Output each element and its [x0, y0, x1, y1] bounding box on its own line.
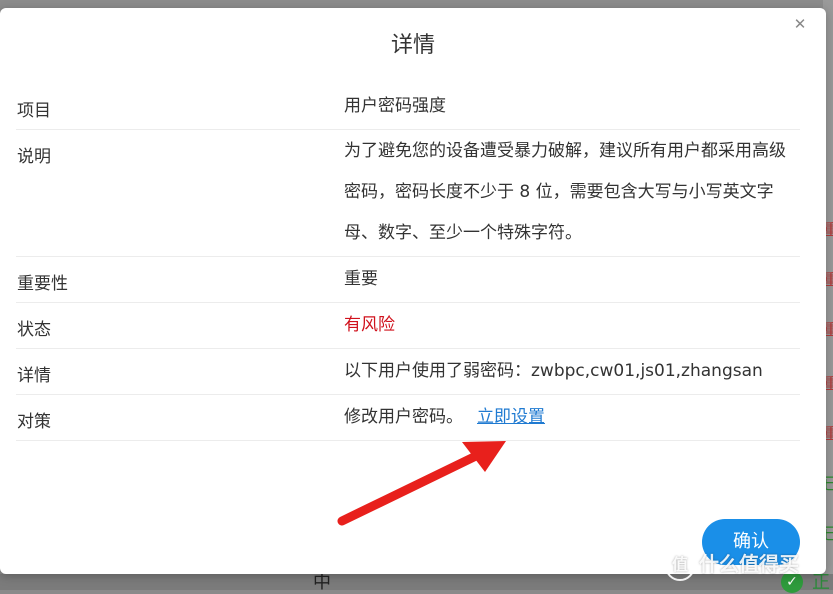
row-value-item: 用户密码强度: [344, 84, 800, 129]
row-value-importance: 重要: [344, 257, 800, 302]
details-table: 项目 用户密码强度 说明 为了避免您的设备遭受暴力破解，建议所有用户都采用高级密…: [16, 84, 800, 441]
row-label-importance: 重要性: [17, 269, 68, 294]
table-row: 状态 有风险: [16, 303, 800, 349]
set-now-link[interactable]: 立即设置: [477, 407, 545, 427]
row-label-item: 项目: [17, 96, 51, 121]
row-label-countermeasure: 对策: [17, 407, 51, 432]
details-dialog: 详情 ✕ 项目 用户密码强度 说明 为了避免您的设备遭受暴力破解，建议所有用户都…: [0, 8, 826, 574]
watermark: 值什么值得买: [665, 548, 799, 581]
row-value-status: 有风险: [344, 303, 800, 348]
row-label-status: 状态: [17, 315, 51, 340]
row-value-description: 为了避免您的设备遭受暴力破解，建议所有用户都采用高级密码，密码长度不少于 8 位…: [344, 130, 800, 256]
row-value-countermeasure: 修改用户密码。立即设置: [344, 395, 800, 440]
watermark-text: 什么值得买: [699, 552, 799, 576]
dialog-title: 详情: [0, 27, 826, 59]
row-label-description: 说明: [17, 142, 51, 167]
table-row: 项目 用户密码强度: [16, 84, 800, 130]
table-row: 对策 修改用户密码。立即设置: [16, 395, 800, 441]
table-row: 详情 以下用户使用了弱密码：zwbpc,cw01,js01,zhangsan: [16, 349, 800, 395]
close-icon[interactable]: ✕: [792, 16, 808, 32]
row-label-details: 详情: [17, 361, 51, 386]
watermark-badge: 值: [665, 551, 695, 581]
table-row: 重要性 重要: [16, 257, 800, 303]
countermeasure-text: 修改用户密码。: [344, 407, 463, 427]
row-value-details: 以下用户使用了弱密码：zwbpc,cw01,js01,zhangsan: [344, 349, 800, 394]
table-row: 说明 为了避免您的设备遭受暴力破解，建议所有用户都采用高级密码，密码长度不少于 …: [16, 130, 800, 257]
